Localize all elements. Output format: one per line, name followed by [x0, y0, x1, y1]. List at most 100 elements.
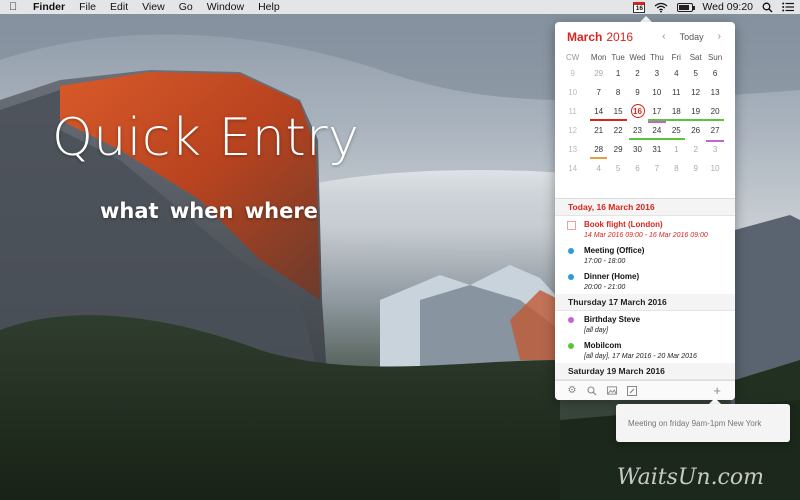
- day-cell[interactable]: 22: [608, 121, 627, 140]
- day-cell[interactable]: 13: [705, 83, 724, 102]
- day-number: 9: [635, 88, 640, 97]
- weekday-header: Sun: [707, 53, 723, 62]
- weekday-header: Wed: [629, 53, 646, 62]
- day-number: 14: [594, 107, 604, 116]
- picture-icon[interactable]: [607, 386, 617, 395]
- menu-file[interactable]: File: [79, 1, 96, 13]
- day-number: 4: [596, 164, 601, 173]
- agenda-day-header: Saturday 19 March 2016: [555, 363, 735, 380]
- week-number: 9: [570, 69, 575, 78]
- menu-app-name[interactable]: Finder: [33, 1, 65, 13]
- day-cell[interactable]: 26: [686, 121, 705, 140]
- event-title: Mobilcom: [584, 341, 622, 350]
- week-number: 13: [568, 145, 578, 154]
- previous-month-icon[interactable]: ‹: [662, 31, 665, 42]
- menu-edit[interactable]: Edit: [110, 1, 128, 13]
- day-cell[interactable]: 6: [705, 64, 724, 83]
- day-number: 20: [710, 107, 720, 116]
- day-number: 8: [615, 88, 621, 97]
- week-number: 14: [568, 164, 578, 173]
- day-cell[interactable]: 10: [705, 159, 724, 178]
- day-cell[interactable]: 3: [647, 64, 666, 83]
- day-cell[interactable]: 1: [608, 64, 627, 83]
- day-cell[interactable]: 9: [686, 159, 705, 178]
- calendar-popover: March 2016 ‹ Today › CW Mon Tue Wed Thu Fri S…: [555, 22, 735, 400]
- day-cell[interactable]: 4: [667, 64, 686, 83]
- day-number: 8: [674, 164, 679, 173]
- day-number: 1: [674, 145, 679, 154]
- day-number: 25: [671, 126, 681, 135]
- hero-title: Quick Entry: [52, 108, 360, 168]
- day-cell[interactable]: 2: [686, 140, 705, 159]
- calendar-status-icon[interactable]: 16: [633, 1, 646, 13]
- day-cell[interactable]: 29: [608, 140, 627, 159]
- day-number: 26: [691, 126, 701, 135]
- day-cell[interactable]: 6: [628, 159, 647, 178]
- day-cell[interactable]: 27: [705, 121, 724, 140]
- calendar-color-dot: [568, 274, 574, 280]
- day-number: 6: [712, 69, 718, 78]
- next-month-icon[interactable]: ›: [718, 31, 721, 42]
- day-cell[interactable]: 9: [628, 83, 647, 102]
- event-time: [all day]: [584, 327, 609, 334]
- task-checkbox[interactable]: [567, 221, 576, 230]
- agenda-day-header: Today, 16 March 2016: [555, 199, 735, 216]
- day-cell[interactable]: 5: [686, 64, 705, 83]
- day-cell[interactable]: 30: [628, 140, 647, 159]
- quick-entry-input[interactable]: [628, 418, 788, 428]
- day-cell[interactable]: 5: [608, 159, 627, 178]
- agenda-event[interactable]: Dinner (Home) 20:00 - 21:00: [555, 268, 735, 294]
- weekday-header: Thu: [649, 53, 664, 62]
- day-number: 7: [654, 164, 660, 173]
- year-label: 2016: [606, 30, 634, 44]
- day-cell[interactable]: 4: [589, 159, 608, 178]
- day-number: 5: [615, 164, 621, 173]
- today-button[interactable]: Today: [680, 32, 704, 42]
- agenda-event[interactable]: Mobilcom [all day], 17 Mar 2016 - 20 Mar …: [555, 337, 735, 363]
- day-cell[interactable]: 10: [647, 83, 666, 102]
- quick-entry-panel: [616, 404, 790, 442]
- calendar-header: March 2016 ‹ Today ›: [555, 22, 735, 52]
- week-number: 11: [568, 107, 577, 116]
- agenda-event[interactable]: Birthday Steve [all day]: [555, 311, 735, 337]
- weekday-header: Mon: [590, 53, 607, 62]
- day-number: 2: [693, 145, 698, 154]
- day-number: 23: [633, 126, 642, 135]
- menu-go[interactable]: Go: [179, 1, 193, 13]
- edit-icon[interactable]: [627, 385, 637, 396]
- day-number: 9: [693, 164, 698, 173]
- day-cell[interactable]: 8: [608, 83, 627, 102]
- notification-center-icon[interactable]: [782, 2, 794, 12]
- menu-view[interactable]: View: [142, 1, 165, 13]
- day-cell[interactable]: 7: [589, 83, 608, 102]
- battery-icon[interactable]: [677, 2, 696, 12]
- day-cell[interactable]: 29: [589, 64, 608, 83]
- day-cell[interactable]: 7: [647, 159, 666, 178]
- day-number: 24: [652, 126, 662, 135]
- day-cell[interactable]: 1: [667, 140, 686, 159]
- day-number: 31: [652, 145, 662, 154]
- agenda-list: Today, 16 March 2016 Book flight (London)…: [555, 198, 735, 382]
- clock[interactable]: Wed 09:20: [702, 1, 753, 13]
- day-cell[interactable]: 31: [647, 140, 666, 159]
- battery-level-fill: [679, 4, 690, 10]
- day-cell-today[interactable]: 16: [628, 102, 647, 121]
- gear-icon[interactable]: ⚙: [567, 385, 577, 396]
- apple-menu-icon[interactable]: : [9, 1, 23, 13]
- menu-help[interactable]: Help: [258, 1, 280, 13]
- search-icon[interactable]: [587, 385, 597, 396]
- day-cell[interactable]: 21: [589, 121, 608, 140]
- spotlight-search-icon[interactable]: [762, 2, 773, 13]
- agenda-event[interactable]: Meeting (Office) 17:00 - 18:00: [555, 242, 735, 268]
- day-cell[interactable]: 12: [686, 83, 705, 102]
- day-cell[interactable]: 11: [667, 83, 686, 102]
- wifi-icon[interactable]: [654, 2, 668, 13]
- day-cell[interactable]: 2: [628, 64, 647, 83]
- day-number: 21: [594, 126, 604, 135]
- plus-icon[interactable]: +: [713, 383, 721, 398]
- day-number: 1: [615, 69, 621, 78]
- menu-window[interactable]: Window: [207, 1, 244, 13]
- agenda-event[interactable]: Book flight (London) 14 Mar 2016 09:00 - …: [555, 216, 735, 242]
- day-cell[interactable]: 8: [667, 159, 686, 178]
- day-cell[interactable]: 3: [705, 140, 724, 159]
